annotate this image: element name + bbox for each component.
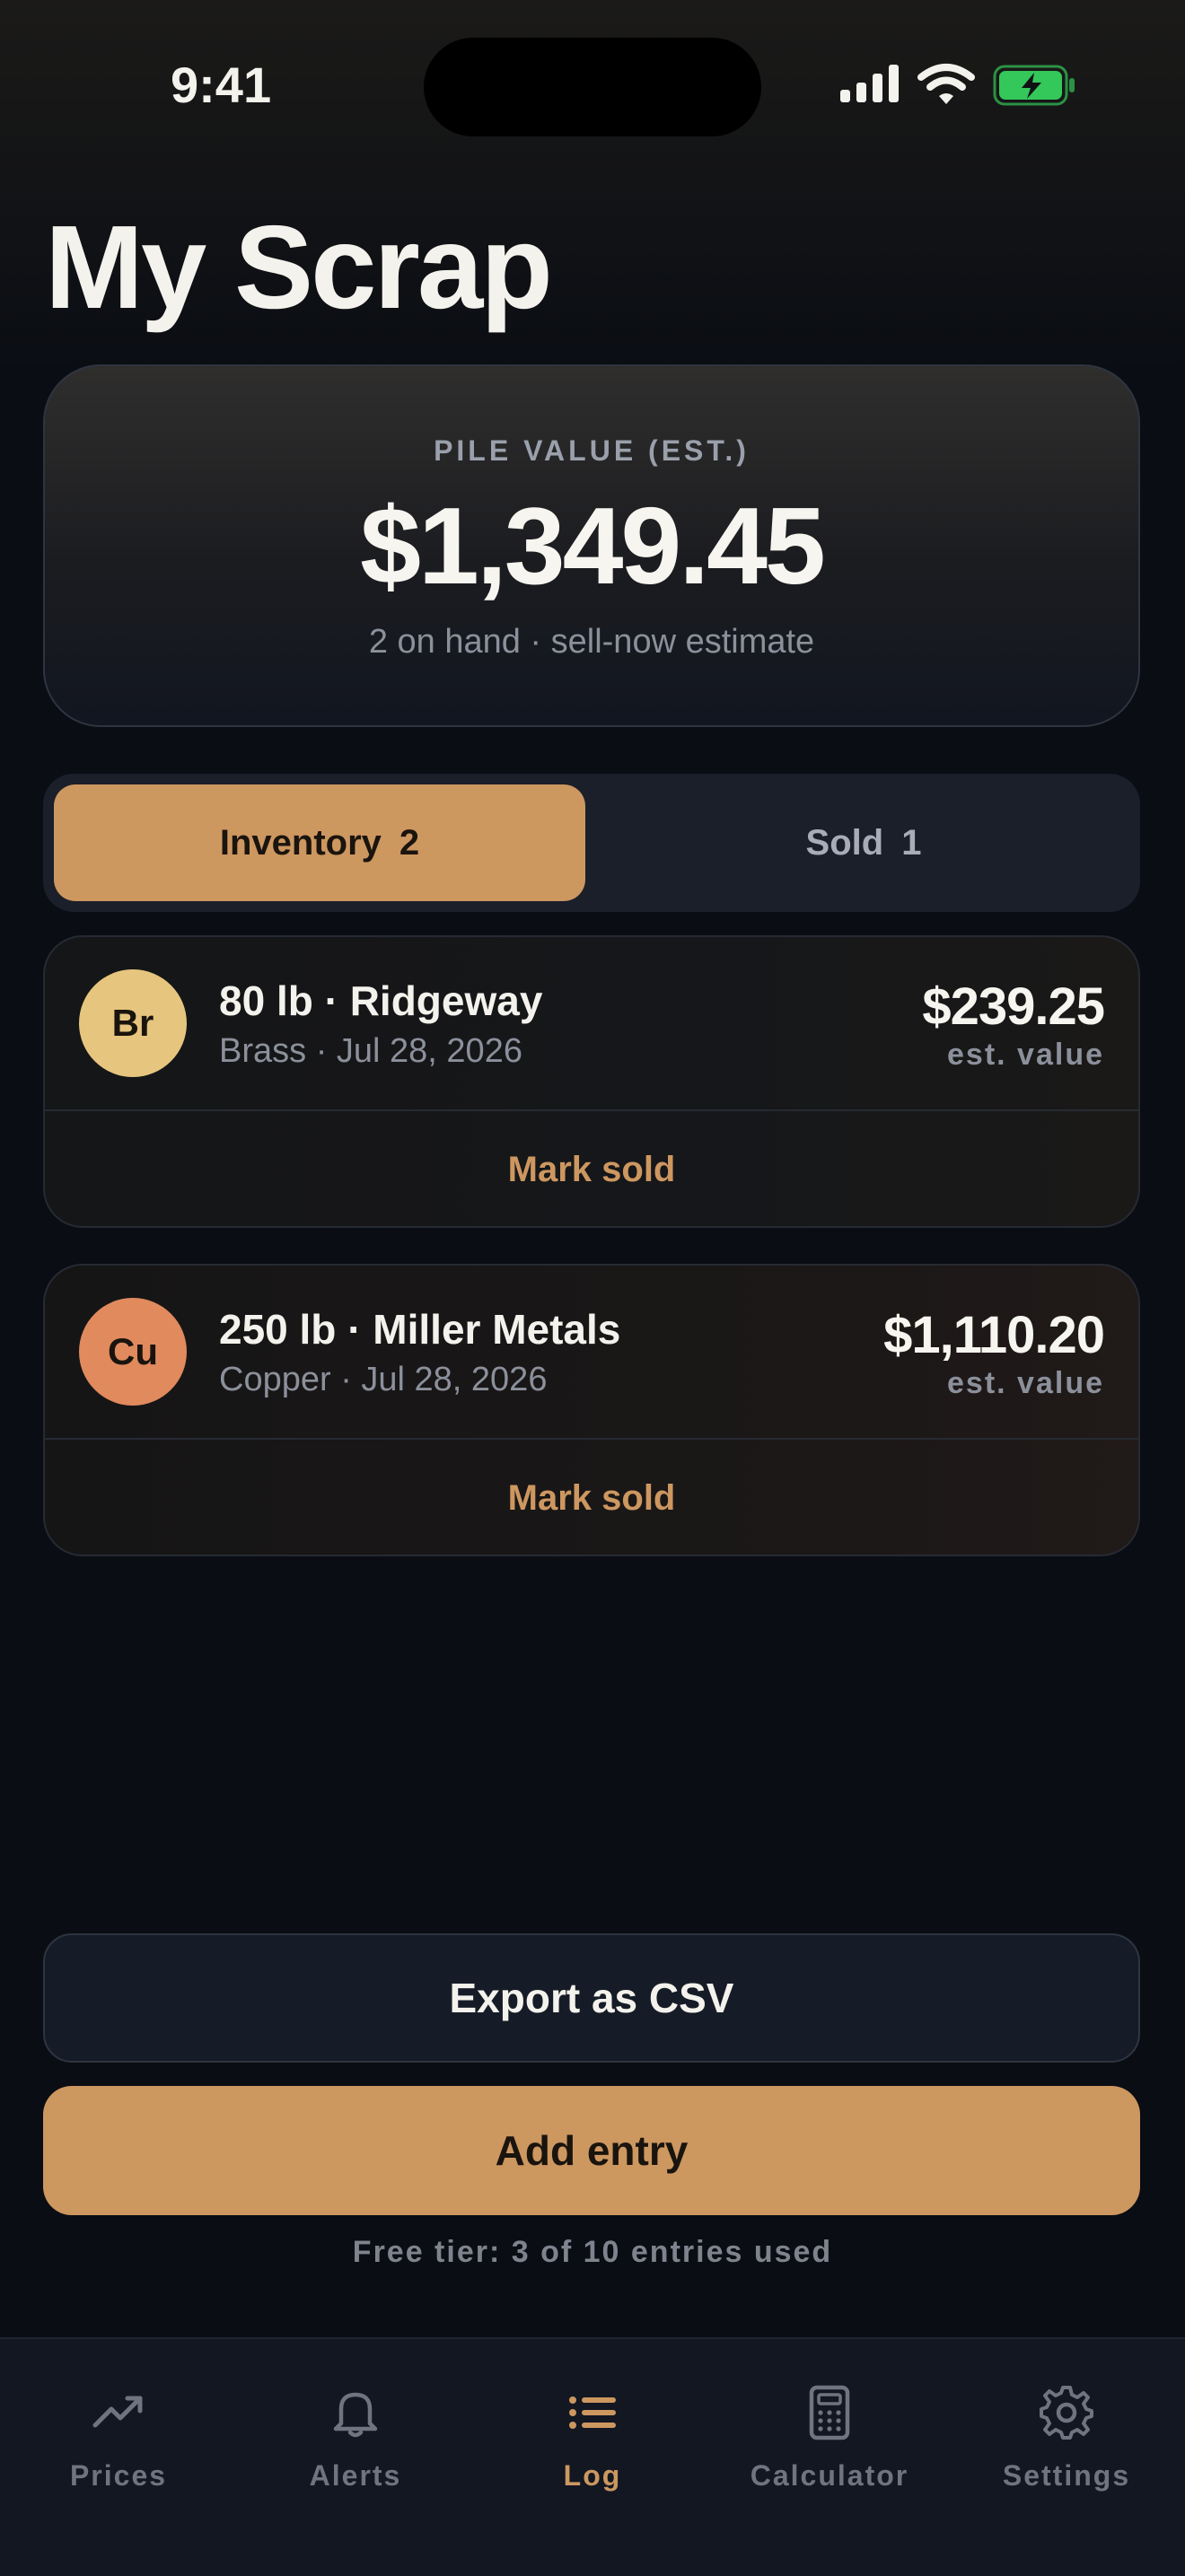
wifi-icon [917,64,975,104]
tab-inventory-count: 2 [399,822,420,863]
tab-calculator-label: Calculator [750,2459,909,2492]
item-title: 80 lb · Ridgeway [219,977,543,1024]
bottom-tab-bar: Prices Alerts Log Calculator Settings [0,2337,1185,2576]
pile-value-subtitle: 2 on hand · sell-now estimate [368,623,815,661]
tab-prices[interactable]: Prices [11,2384,226,2510]
tab-calculator[interactable]: Calculator [722,2384,937,2510]
item-price-note: est. value [947,1038,1104,1072]
page-title: My Scrap [45,201,553,333]
tab-prices-label: Prices [69,2459,168,2492]
bell-icon [333,2392,378,2438]
inventory-sold-segment: Inventory 2 Sold 1 [43,774,1140,912]
tab-sold-label: Sold [805,822,884,863]
battery-icon [993,65,1075,106]
export-csv-button[interactable]: Export as CSV [43,1933,1140,2063]
item-price: $239.25 [922,977,1105,1036]
tab-inventory-label: Inventory [219,822,382,863]
mark-sold-button[interactable]: Mark sold [45,1440,1138,1555]
status-time: 9:41 [171,57,272,113]
signal-icon [840,65,899,102]
inventory-item-card: Cu 250 lb · Miller Metals Copper · Jul 2… [43,1264,1140,1556]
item-title: 250 lb · Miller Metals [219,1306,621,1353]
list-icon [569,2396,616,2429]
mark-sold-button[interactable]: Mark sold [45,1111,1138,1226]
item-price-note: est. value [947,1366,1104,1400]
calculator-icon [809,2385,850,2440]
item-subtitle: Copper · Jul 28, 2026 [219,1361,548,1398]
tab-inventory[interactable]: Inventory 2 [54,784,585,901]
pile-value-amount: $1,349.45 [360,485,826,607]
trend-up-icon [92,2396,143,2428]
free-tier-note: Free tier: 3 of 10 entries used [352,2235,833,2269]
inventory-item-card: Br 80 lb · Ridgeway Brass · Jul 28, 2026… [43,935,1140,1228]
tab-alerts-label: Alerts [309,2459,402,2492]
metal-avatar: Br [79,969,187,1077]
pile-value-card: PILE VALUE (EST.) $1,349.45 2 on hand · … [43,364,1140,727]
dynamic-island [424,38,761,136]
item-price: $1,110.20 [883,1306,1105,1364]
metal-avatar: Cu [79,1298,187,1406]
add-entry-button[interactable]: Add entry [43,2086,1140,2215]
tab-settings[interactable]: Settings [959,2384,1174,2510]
tab-sold[interactable]: Sold 1 [598,784,1129,901]
pile-value-label: PILE VALUE (EST.) [434,434,750,467]
tab-alerts[interactable]: Alerts [248,2384,463,2510]
tab-settings-label: Settings [1002,2459,1131,2492]
tab-log[interactable]: Log [485,2384,700,2510]
item-subtitle: Brass · Jul 28, 2026 [219,1032,522,1070]
gear-icon [1040,2386,1093,2440]
tab-log-label: Log [563,2459,622,2492]
tab-sold-count: 1 [901,822,922,863]
